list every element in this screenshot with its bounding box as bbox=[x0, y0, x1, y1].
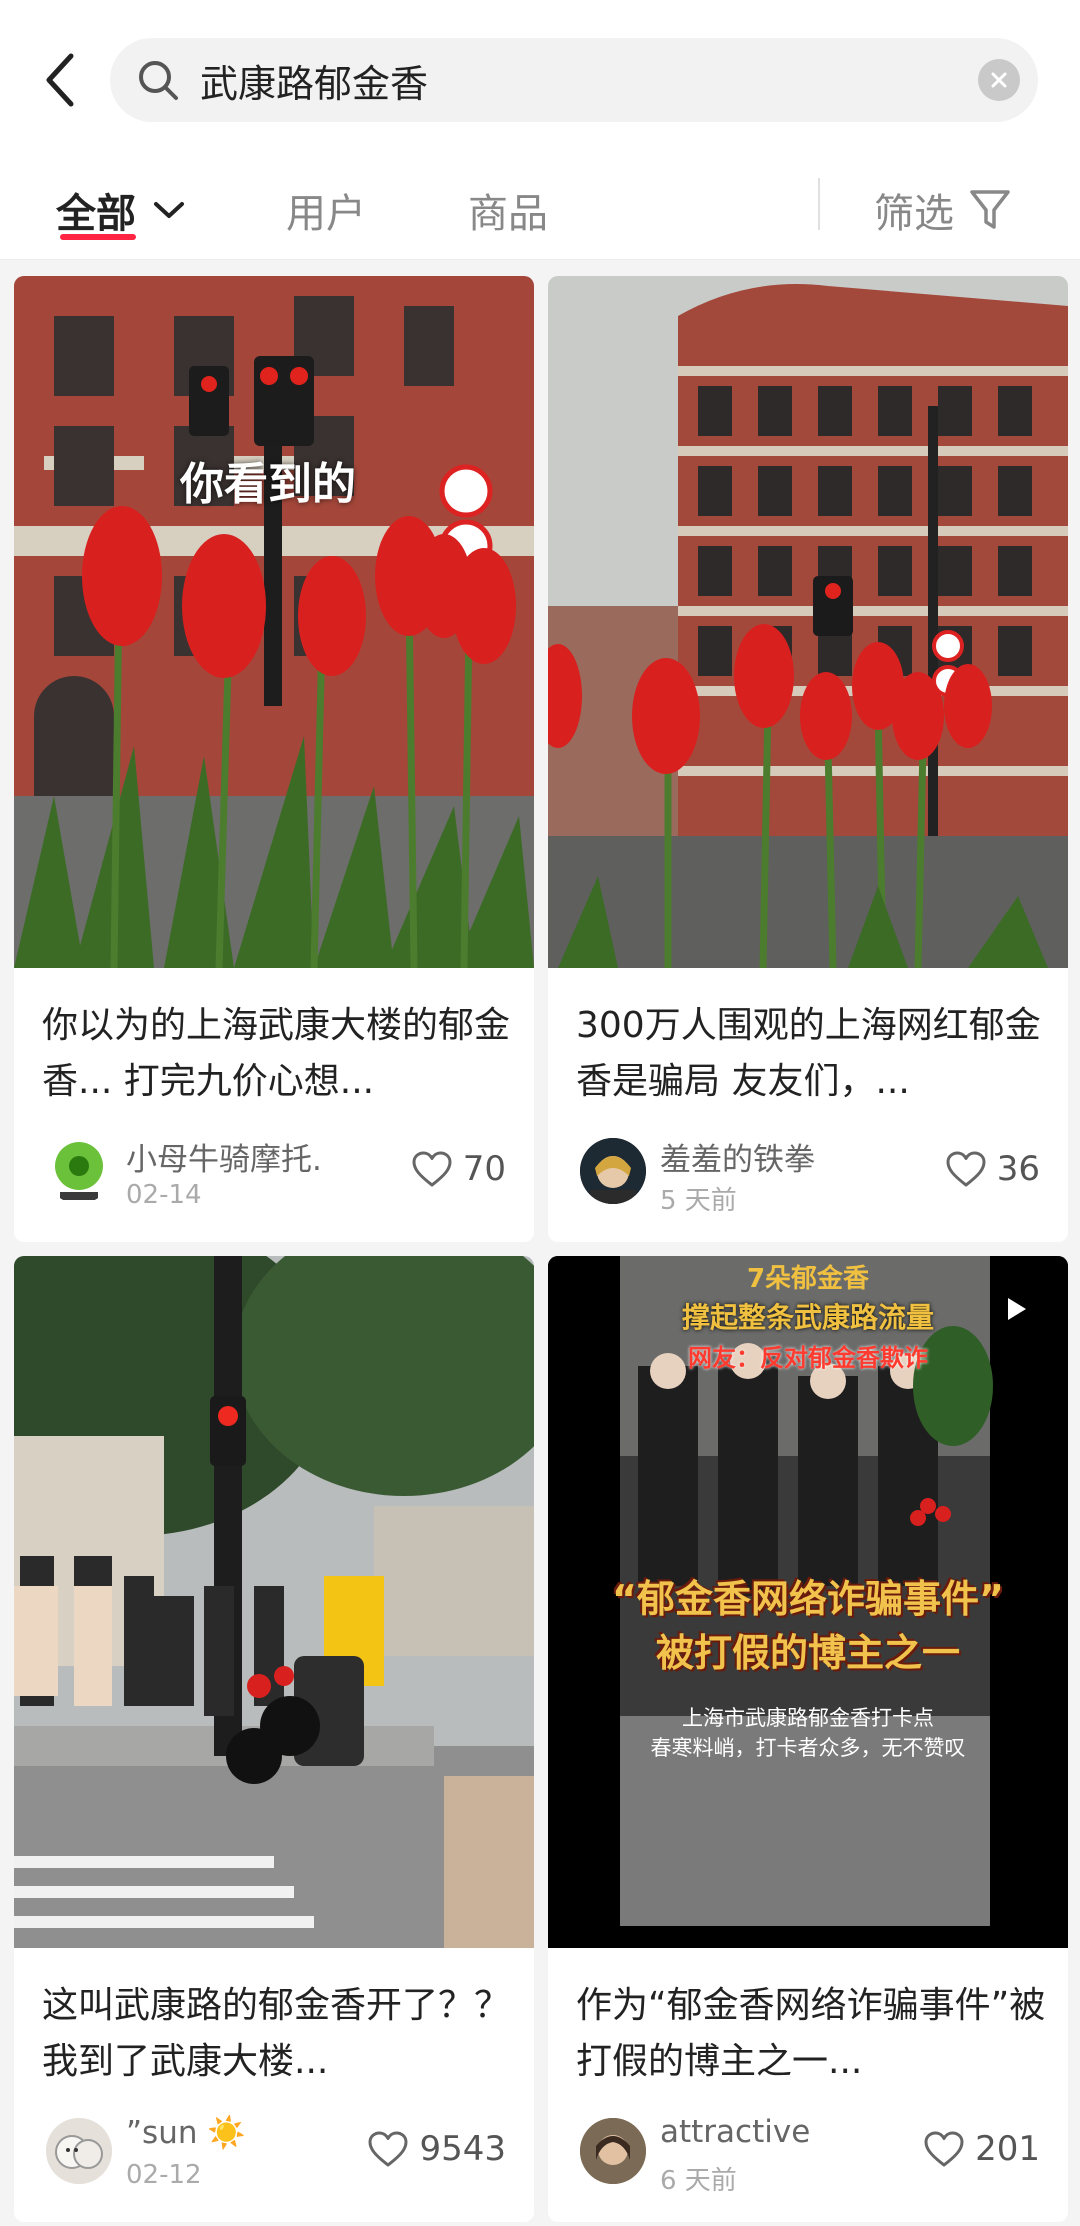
chevron-down-icon bbox=[154, 202, 184, 218]
active-tab-indicator bbox=[60, 234, 136, 240]
clear-search-button[interactable] bbox=[978, 59, 1020, 101]
like-button[interactable]: 201 bbox=[923, 2124, 1040, 2174]
note-cover-video[interactable]: 7朵郁金香 撑起整条武康路流量 网友：反对郁金香欺诈 “郁金香网络诈骗事件” 被… bbox=[548, 1256, 1068, 1948]
note-cover-image[interactable] bbox=[14, 1256, 534, 1948]
avatar[interactable] bbox=[46, 2118, 112, 2184]
note-title[interactable]: 作为“郁金香网络诈骗事件”被打假的博主之一... bbox=[576, 1978, 1046, 2090]
chevron-left-icon bbox=[46, 53, 74, 107]
note-card[interactable]: 这叫武康路的郁金香开了？？ 我到了武康大楼... ”sun ☀️ 02-12 9… bbox=[14, 1256, 534, 2222]
tab-divider bbox=[818, 178, 820, 230]
tab-products[interactable]: 商品 bbox=[468, 175, 548, 245]
image-caption: 你看到的 bbox=[180, 459, 356, 510]
search-input[interactable] bbox=[200, 38, 960, 122]
like-button[interactable]: 36 bbox=[945, 1144, 1040, 1194]
category-tabs: 全部 用户 商品 筛选 bbox=[0, 160, 1080, 260]
post-date: 02-12 bbox=[126, 2160, 202, 2190]
video-subtitle-1: 上海市武康路郁金香打卡点 bbox=[682, 1706, 934, 1730]
like-count: 201 bbox=[975, 2129, 1040, 2169]
heart-icon bbox=[946, 1151, 986, 1187]
video-headline-3: 网友：反对郁金香欺诈 bbox=[688, 1344, 928, 1372]
note-card[interactable]: 7朵郁金香 撑起整条武康路流量 网友：反对郁金香欺诈 “郁金香网络诈骗事件” 被… bbox=[548, 1256, 1068, 2222]
note-card[interactable]: 你看到的 你以为的上海武康大楼的郁金香... 打完九价心想... 小母牛骑摩托.… bbox=[14, 276, 534, 1242]
search-header bbox=[0, 0, 1080, 160]
filter-icon bbox=[970, 190, 1010, 229]
heart-icon bbox=[412, 1151, 452, 1187]
note-cover-image[interactable] bbox=[548, 276, 1068, 968]
post-date: 6 天前 bbox=[660, 2166, 737, 2196]
tab-label: 商品 bbox=[468, 191, 548, 237]
author-name[interactable]: 小母牛骑摩托. bbox=[126, 1134, 322, 1179]
note-card[interactable]: 300万人围观的上海网红郁金香是骗局 友友们，... 羞羞的铁拳 5 天前 36 bbox=[548, 276, 1068, 1242]
video-caption-big-2: 被打假的博主之一 bbox=[655, 1631, 960, 1675]
note-cover-image[interactable]: 你看到的 bbox=[14, 276, 534, 968]
tab-users[interactable]: 用户 bbox=[286, 175, 366, 245]
video-headline-2: 撑起整条武康路流量 bbox=[681, 1301, 934, 1334]
heart-icon bbox=[924, 2131, 964, 2167]
like-count: 70 bbox=[462, 1149, 506, 1189]
note-title[interactable]: 这叫武康路的郁金香开了？？ 我到了武康大楼... bbox=[42, 1978, 512, 2090]
video-subtitle-2: 春寒料峭，打卡者众多，无不赞叹 bbox=[650, 1736, 966, 1760]
author-name[interactable]: attractive bbox=[660, 2114, 810, 2150]
note-title[interactable]: 300万人围观的上海网红郁金香是骗局 友友们，... bbox=[576, 998, 1046, 1110]
like-button[interactable]: 70 bbox=[411, 1144, 506, 1194]
like-button[interactable]: 9543 bbox=[367, 2124, 506, 2174]
back-button[interactable] bbox=[30, 45, 90, 115]
author-name[interactable]: 羞羞的铁拳 bbox=[660, 1134, 815, 1179]
filter-button[interactable]: 筛选 bbox=[874, 175, 1012, 245]
avatar[interactable] bbox=[580, 1138, 646, 1204]
video-caption-big-1: “郁金香网络诈骗事件” bbox=[612, 1577, 1004, 1621]
avatar[interactable] bbox=[46, 1138, 112, 1204]
author-name[interactable]: ”sun ☀️ bbox=[126, 2114, 246, 2151]
post-date: 02-14 bbox=[126, 1180, 202, 1210]
like-count: 9543 bbox=[419, 2129, 506, 2169]
filter-label: 筛选 bbox=[874, 191, 954, 237]
search-bar[interactable] bbox=[110, 38, 1038, 122]
video-headline-1: 7朵郁金香 bbox=[746, 1264, 870, 1294]
close-icon bbox=[991, 72, 1007, 88]
tab-label: 全部 bbox=[56, 191, 136, 237]
avatar[interactable] bbox=[580, 2118, 646, 2184]
tab-label: 用户 bbox=[286, 191, 366, 237]
heart-icon bbox=[368, 2131, 408, 2167]
note-title[interactable]: 你以为的上海武康大楼的郁金香... 打完九价心想... bbox=[42, 998, 512, 1110]
search-icon bbox=[139, 61, 178, 100]
like-count: 36 bbox=[996, 1149, 1040, 1189]
post-date: 5 天前 bbox=[660, 1186, 737, 1216]
